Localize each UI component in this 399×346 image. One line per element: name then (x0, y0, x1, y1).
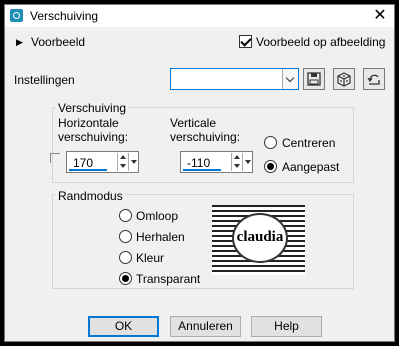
horizontal-label-line1: Horizontale (58, 116, 119, 130)
app-icon (10, 9, 23, 22)
wrap-radio[interactable] (119, 209, 132, 222)
close-icon[interactable]: ✕ (370, 6, 390, 26)
link-checkbox[interactable] (50, 153, 60, 163)
settings-combo[interactable] (170, 68, 299, 90)
reset-icon (367, 74, 380, 85)
vertical-label-line1: Verticale (170, 116, 217, 130)
vertical-shift-input[interactable]: -110 (180, 151, 253, 173)
transparent-radio[interactable] (119, 272, 132, 285)
repeat-label[interactable]: Herhalen (136, 230, 185, 244)
settings-label: Instellingen (14, 73, 75, 87)
floppy-icon (307, 72, 321, 86)
dropdown-arrow-icon[interactable] (128, 153, 138, 171)
vertical-label-line2: verschuiving: (170, 130, 241, 144)
shift-group-label: Verschuiving (56, 101, 129, 115)
custom-radio[interactable] (264, 160, 277, 173)
custom-label[interactable]: Aangepast (282, 160, 339, 174)
horizontal-shift-value: 170 (73, 156, 94, 170)
horizontal-label-line2: verschuiving: (58, 130, 129, 144)
cancel-button[interactable]: Annuleren (170, 316, 241, 337)
horizontal-shift-input[interactable]: 170 (66, 151, 139, 173)
window-title: Verschuiving (30, 9, 99, 23)
edge-mode-groupbox (52, 194, 354, 289)
focus-underline (183, 169, 221, 171)
repeat-radio[interactable] (119, 230, 132, 243)
chevron-down-icon[interactable] (282, 69, 298, 89)
center-radio[interactable] (264, 136, 277, 149)
ok-button[interactable]: OK (88, 316, 159, 337)
preview-toggle-label[interactable]: Voorbeeld (31, 35, 85, 49)
reset-button[interactable] (363, 68, 385, 90)
transparent-label[interactable]: Transparant (136, 272, 200, 286)
spinner-icon[interactable] (117, 153, 127, 171)
focus-underline (69, 169, 107, 171)
color-radio[interactable] (119, 251, 132, 264)
save-preset-button[interactable] (303, 68, 325, 90)
dialog: Verschuiving ✕ ▶ Voorbeeld Voorbeeld op … (4, 4, 395, 342)
spinner-icon[interactable] (231, 153, 241, 171)
color-label[interactable]: Kleur (136, 251, 164, 265)
help-button[interactable]: Help (251, 316, 322, 337)
dropdown-arrow-icon[interactable] (242, 153, 252, 171)
preview-on-image-checkbox[interactable] (239, 35, 252, 48)
wrap-label[interactable]: Omloop (136, 209, 178, 223)
dice-icon (337, 72, 351, 87)
vertical-shift-value: -110 (187, 156, 211, 170)
randomize-button[interactable] (333, 68, 355, 90)
center-label[interactable]: Centreren (282, 136, 335, 150)
edge-preview-image: claudia (212, 205, 305, 275)
preview-on-image-label[interactable]: Voorbeeld op afbeelding (256, 35, 385, 49)
titlebar: Verschuiving ✕ (5, 5, 394, 27)
edge-mode-label: Randmodus (56, 189, 125, 203)
watermark-logo: claudia (232, 213, 288, 263)
expand-arrow-icon[interactable]: ▶ (16, 37, 23, 48)
watermark-text: claudia (236, 229, 284, 245)
